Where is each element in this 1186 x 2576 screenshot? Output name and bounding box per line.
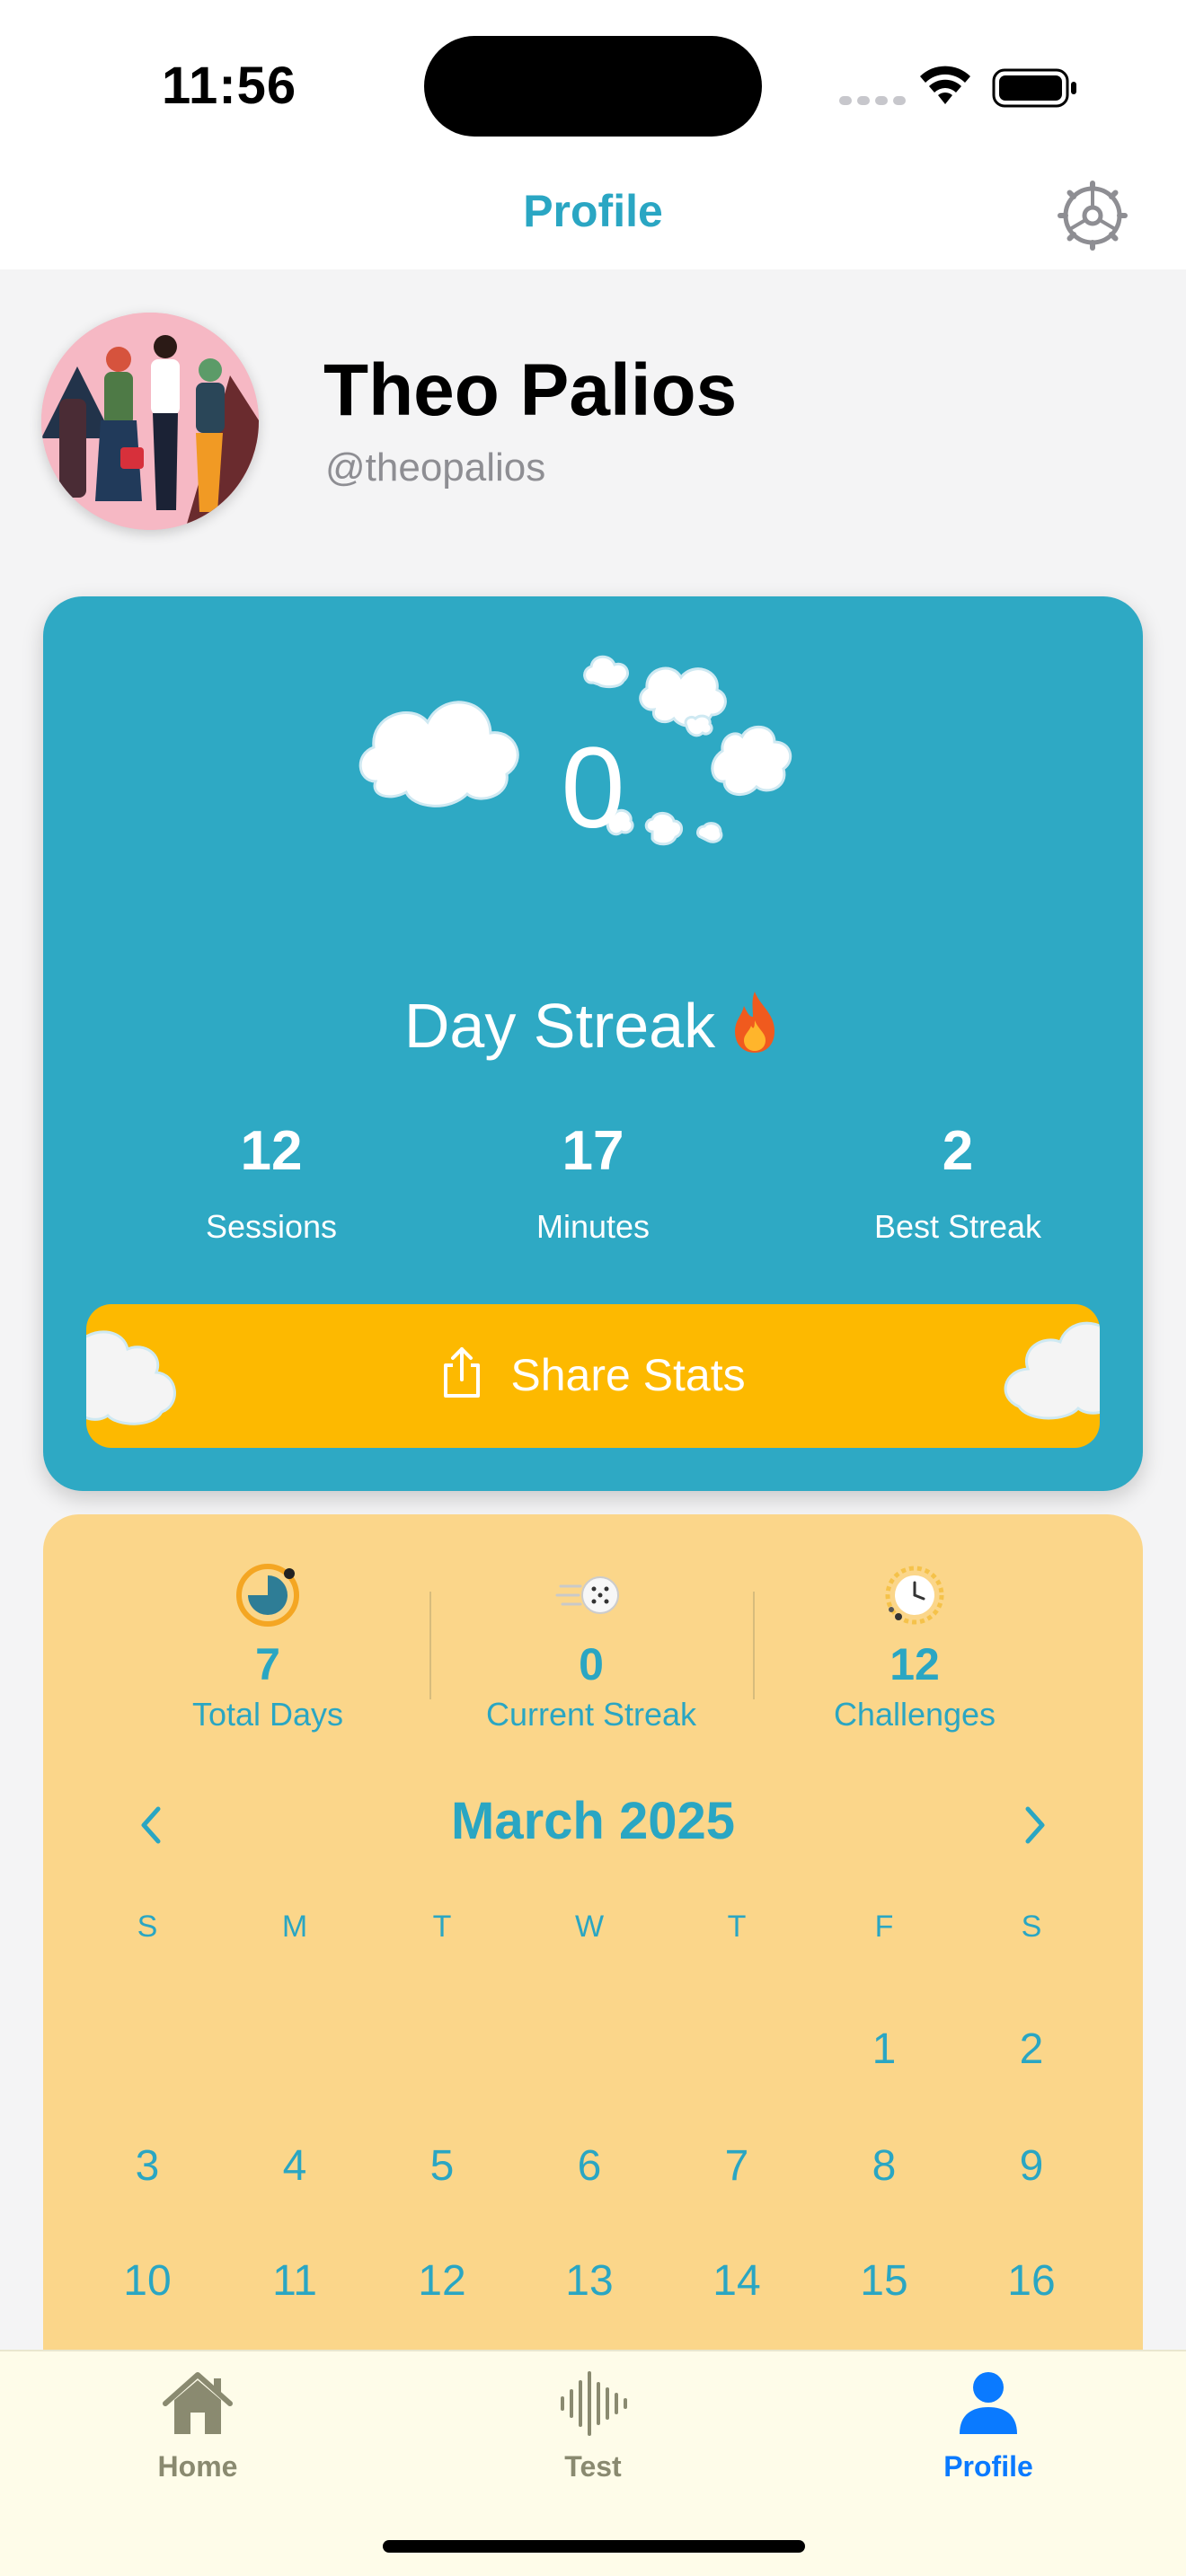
calendar-day[interactable]: 2 — [978, 2025, 1085, 2074]
clock-icon — [885, 1566, 944, 1625]
calendar-day[interactable]: 6 — [535, 2141, 643, 2191]
streak-label-text: Day Streak — [403, 991, 716, 1061]
nav-header: Profile — [0, 162, 1186, 269]
calendar-day[interactable]: 4 — [241, 2141, 349, 2191]
mini-stat-total-days: 7 Total Days — [106, 1559, 429, 1734]
share-icon — [444, 1347, 481, 1398]
weekday-label: M — [281, 1910, 308, 1944]
weekday-label: W — [574, 1910, 605, 1944]
avatar-illustration — [41, 313, 259, 530]
stat-label: Best Streak — [873, 1208, 1042, 1245]
battery-icon — [992, 68, 1076, 108]
tab-label: Test — [564, 2450, 622, 2483]
calendar-day[interactable]: 5 — [388, 2141, 496, 2191]
stat-value: 2 — [942, 1120, 974, 1182]
stat-sessions: 12 Sessions — [92, 1119, 451, 1246]
calendar-day[interactable]: 3 — [93, 2141, 201, 2191]
stat-label: Minutes — [535, 1208, 651, 1245]
stat-value: 12 — [240, 1120, 303, 1182]
dice-icon — [555, 1576, 619, 1614]
stat-label: Sessions — [205, 1208, 338, 1245]
flame-icon — [735, 992, 775, 1053]
streak-count: 0 — [561, 724, 625, 852]
calendar-day[interactable]: 1 — [830, 2025, 938, 2074]
weekday-label: S — [1021, 1910, 1042, 1944]
mini-stat-label: Challenges — [833, 1696, 996, 1733]
stat-value: 17 — [562, 1120, 624, 1182]
person-icon — [960, 2372, 1017, 2434]
dynamic-island — [424, 36, 762, 137]
cellular-signal-icon — [839, 93, 911, 110]
calendar-day[interactable]: 13 — [535, 2256, 643, 2306]
cloud-decoration — [1004, 1321, 1100, 1420]
tab-profile[interactable]: Profile — [881, 2366, 1096, 2483]
share-stats-content: Share Stats — [86, 1345, 1100, 1401]
calendar-day[interactable]: 10 — [93, 2256, 201, 2306]
mini-stat-value: 7 — [255, 1639, 280, 1689]
calendar-day[interactable]: 14 — [683, 2256, 791, 2306]
mini-stat-challenges: 12 Challenges — [753, 1559, 1076, 1734]
gear-icon[interactable] — [1057, 180, 1128, 251]
calendar-day[interactable]: 7 — [683, 2141, 791, 2191]
tab-label: Home — [157, 2450, 238, 2483]
weekday-label: T — [432, 1910, 452, 1944]
waveform-icon — [561, 2371, 627, 2436]
pie-clock-icon — [236, 1564, 299, 1627]
calendar-day[interactable]: 9 — [978, 2141, 1085, 2191]
home-indicator — [383, 2540, 805, 2553]
calendar-day[interactable]: 8 — [830, 2141, 938, 2191]
status-bar: 11:56 — [0, 0, 1186, 162]
page-title: Profile — [523, 186, 663, 236]
chevron-right-icon[interactable] — [1006, 1798, 1060, 1852]
share-stats-button[interactable]: Share Stats — [86, 1304, 1100, 1448]
stat-minutes: 17 Minutes — [413, 1119, 773, 1246]
profile-handle: @theopalios — [325, 446, 546, 490]
calendar-day[interactable]: 11 — [241, 2256, 349, 2306]
weekday-label: F — [874, 1910, 894, 1944]
mini-stat-label: Total Days — [191, 1696, 344, 1733]
mini-stat-value: 0 — [579, 1639, 604, 1689]
tab-home[interactable]: Home — [90, 2366, 305, 2483]
status-time: 11:56 — [162, 57, 297, 115]
streak-label: Day Streak — [43, 990, 1143, 1062]
tab-label: Profile — [943, 2450, 1033, 2483]
profile-name: Theo Palios — [323, 349, 738, 431]
mini-stat-value: 12 — [890, 1639, 940, 1689]
mini-stat-current-streak: 0 Current Streak — [429, 1559, 753, 1734]
calendar-month: March 2025 — [451, 1792, 735, 1850]
calendar-day[interactable]: 16 — [978, 2256, 1085, 2306]
mini-stat-label: Current Streak — [485, 1696, 697, 1733]
calendar-day[interactable]: 12 — [388, 2256, 496, 2306]
stat-best-streak: 2 Best Streak — [778, 1119, 1137, 1246]
weekday-label: T — [727, 1910, 747, 1944]
share-stats-label: Share Stats — [510, 1350, 746, 1400]
avatar[interactable] — [41, 313, 259, 530]
weekday-label: S — [137, 1910, 158, 1944]
house-icon — [163, 2372, 233, 2434]
streak-card: 0 Day Streak 12 Sessions 17 Minutes 2 Be… — [43, 596, 1143, 1491]
tab-test[interactable]: Test — [485, 2366, 701, 2483]
calendar-day[interactable]: 15 — [830, 2256, 938, 2306]
wifi-icon — [920, 66, 970, 104]
